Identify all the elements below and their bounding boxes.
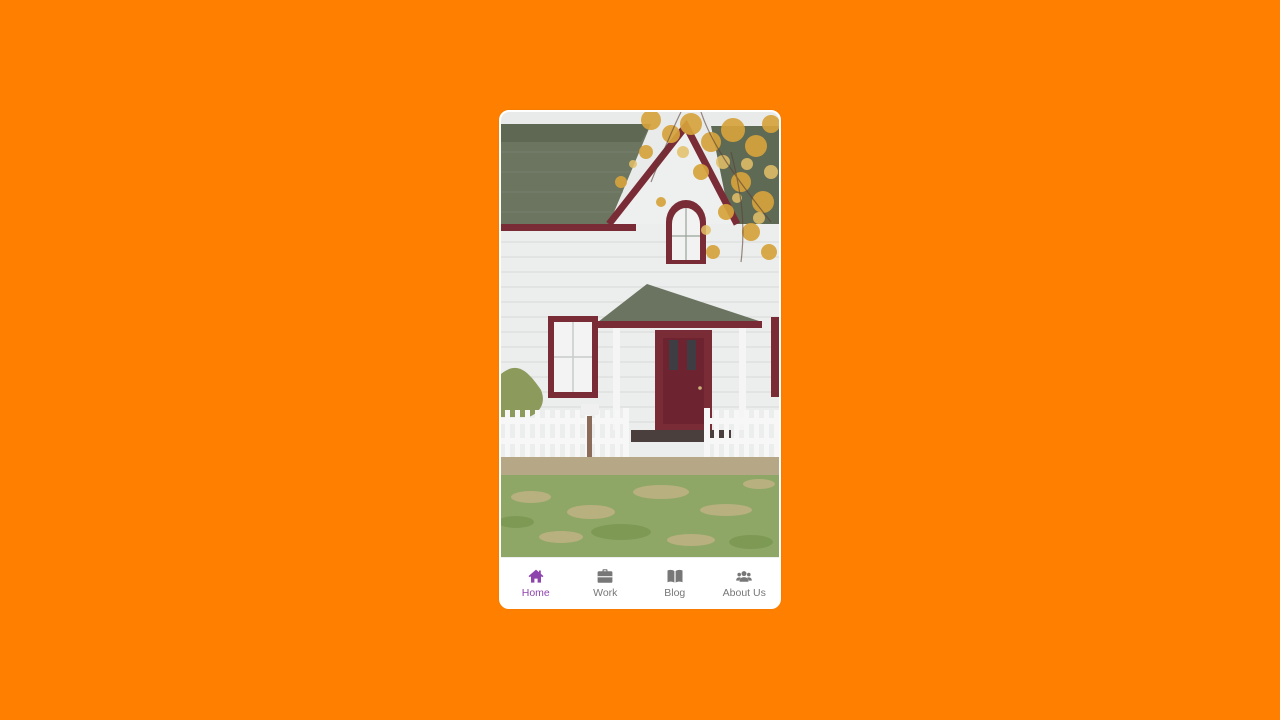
nav-item-blog[interactable]: Blog [640,558,710,607]
nav-item-work[interactable]: Work [571,558,641,607]
nav-label-home: Home [521,586,550,599]
nav-label-work: Work [593,586,618,599]
briefcase-icon [597,568,613,583]
nav-item-about-us[interactable]: About Us [710,558,780,607]
book-icon [667,569,683,583]
bottom-navigation: Home Work Blog About Us [501,557,779,607]
nav-item-home[interactable]: Home [501,558,571,607]
users-icon [736,570,753,582]
home-icon [528,569,544,583]
hero-image [501,112,779,557]
nav-label-blog: Blog [664,586,686,599]
house-photo [501,112,779,557]
nav-label-about-us: About Us [722,586,766,599]
phone-frame: Home Work Blog About Us [499,110,781,609]
